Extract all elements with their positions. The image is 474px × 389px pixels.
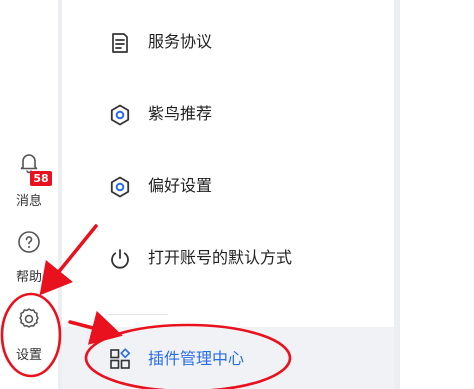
rail-item-label: 消息 bbox=[15, 194, 42, 209]
rail-item-messages[interactable]: 58 消息 bbox=[0, 150, 58, 210]
rail-item-help[interactable]: 帮助 bbox=[0, 230, 58, 290]
menu-item-ziniao-recommend[interactable]: 紫鸟推荐 bbox=[62, 92, 394, 136]
menu-item-plugin-center[interactable]: 插件管理中心 bbox=[62, 327, 394, 389]
rail-item-label: 设置 bbox=[15, 348, 42, 363]
menu-item-service-agreement[interactable]: 服务协议 bbox=[62, 20, 394, 64]
question-circle-icon bbox=[18, 231, 40, 253]
menu-item-label: 偏好设置 bbox=[148, 176, 213, 195]
hexagon-icon bbox=[110, 104, 130, 126]
menu-item-label: 紫鸟推荐 bbox=[148, 104, 213, 123]
menu-item-label: 插件管理中心 bbox=[148, 349, 245, 368]
menu-item-label: 打开账号的默认方式 bbox=[148, 248, 293, 267]
settings-menu-panel: 服务协议 紫鸟推荐 偏好设置 打开账号的默认方式 插件管理中心 bbox=[62, 0, 394, 389]
gear-icon bbox=[19, 308, 39, 328]
rail-item-label: 帮助 bbox=[15, 270, 42, 285]
hexagon-icon bbox=[110, 176, 130, 198]
menu-item-default-open-method[interactable]: 打开账号的默认方式 bbox=[62, 236, 394, 280]
menu-item-preferences[interactable]: 偏好设置 bbox=[62, 164, 394, 208]
rail-item-settings[interactable]: 设置 bbox=[0, 306, 58, 366]
left-rail: 58 消息 帮助 设置 bbox=[0, 0, 58, 389]
unread-badge: 58 bbox=[30, 171, 52, 186]
outside-area bbox=[400, 0, 474, 389]
divider bbox=[108, 314, 168, 315]
apps-icon bbox=[110, 348, 131, 369]
menu-item-label: 服务协议 bbox=[148, 32, 213, 51]
power-icon bbox=[111, 249, 129, 269]
document-icon bbox=[112, 33, 128, 53]
